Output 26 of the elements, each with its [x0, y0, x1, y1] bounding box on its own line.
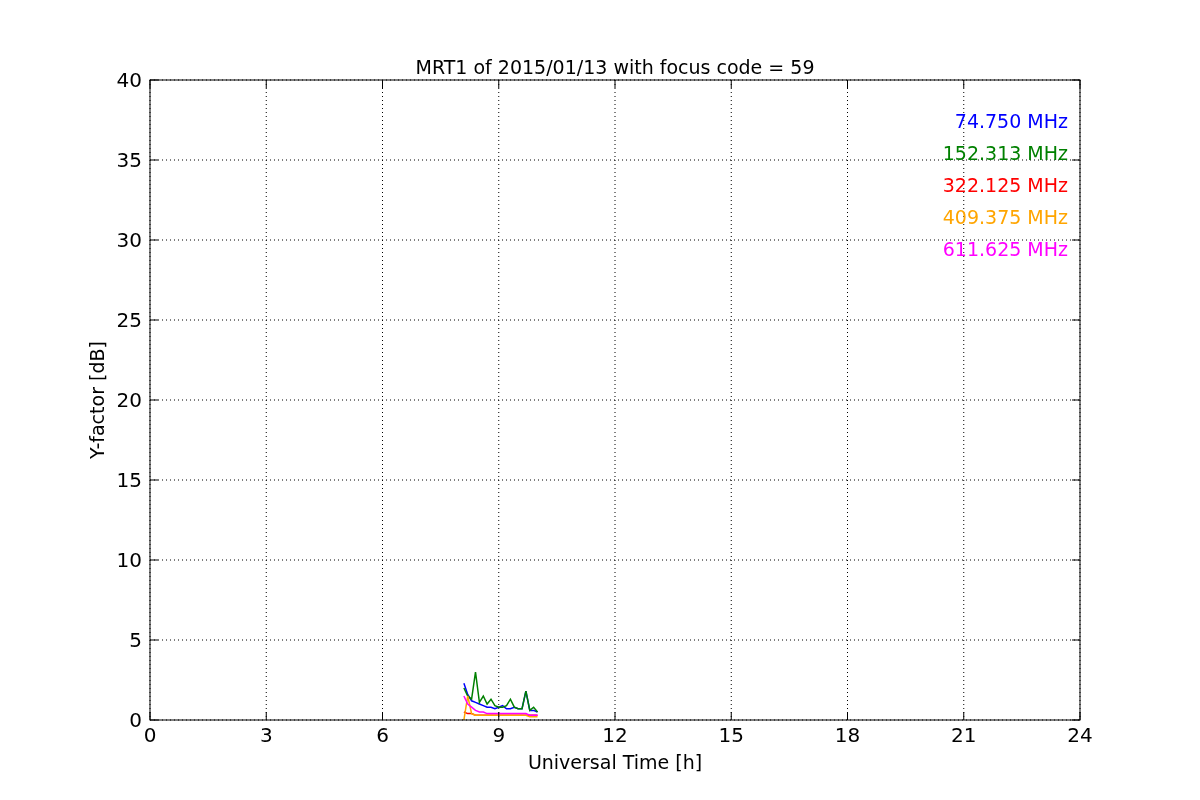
y-tick-label: 40 — [116, 68, 142, 92]
x-tick-label: 24 — [1067, 723, 1093, 747]
legend-label: 152.313 MHz — [942, 142, 1068, 164]
y-tick-label: 10 — [116, 548, 142, 572]
x-tick-label: 3 — [259, 723, 273, 747]
y-tick-label: 20 — [116, 388, 142, 412]
x-tick-label: 21 — [951, 723, 977, 747]
y-tick-label: 35 — [116, 148, 142, 172]
y-tick-label: 15 — [116, 468, 142, 492]
x-tick-label: 9 — [492, 723, 506, 747]
y-tick-label: 25 — [116, 308, 142, 332]
legend-label: 409.375 MHz — [942, 206, 1068, 228]
y-axis-label: Y-factor [dB] — [86, 341, 108, 459]
y-tick-label: 5 — [129, 628, 142, 652]
legend-label: 74.750 MHz — [954, 110, 1068, 132]
x-tick-label: 15 — [718, 723, 744, 747]
x-tick-label: 0 — [143, 723, 157, 747]
chart-title: MRT1 of 2015/01/13 with focus code = 59 — [415, 56, 815, 78]
legend-label: 611.625 MHz — [942, 238, 1068, 260]
x-tick-label: 18 — [834, 723, 861, 747]
y-tick-label: 30 — [116, 228, 142, 252]
x-axis-label: Universal Time [h] — [527, 751, 703, 773]
x-tick-label: 6 — [376, 723, 389, 747]
y-tick-label: 0 — [129, 708, 142, 732]
x-tick-label: 12 — [602, 723, 628, 747]
legend-label: 322.125 MHz — [942, 174, 1068, 196]
